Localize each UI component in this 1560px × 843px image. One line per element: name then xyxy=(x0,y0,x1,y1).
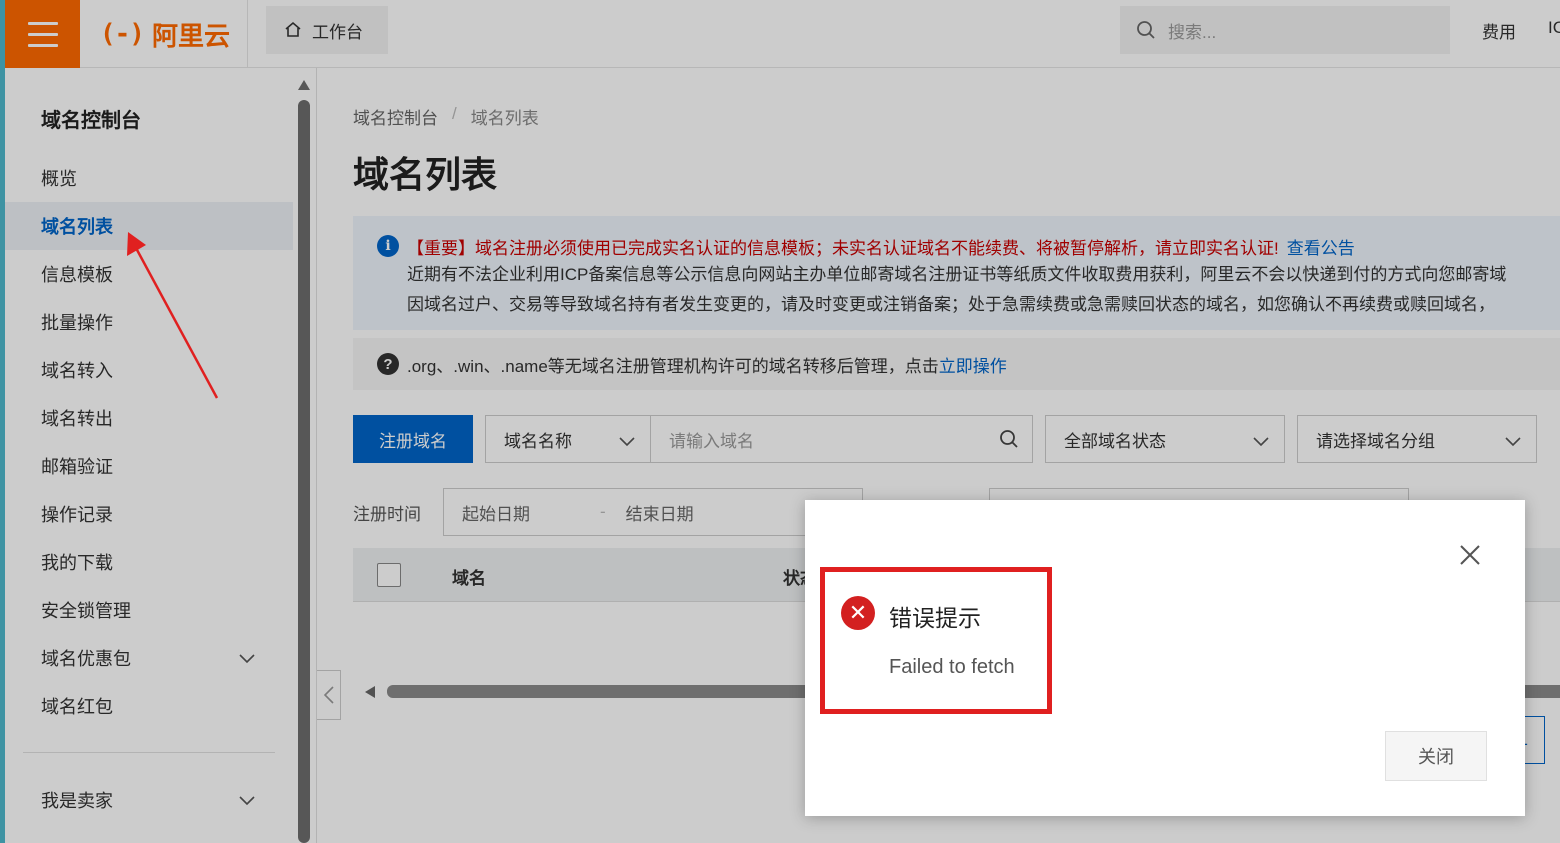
error-message: Failed to fetch xyxy=(889,656,1015,678)
error-dialog: ✕ 错误提示 Failed to fetch 关闭 xyxy=(805,500,1525,816)
close-icon[interactable] xyxy=(1455,540,1485,570)
error-title: 错误提示 xyxy=(889,605,981,631)
close-button[interactable]: 关闭 xyxy=(1385,731,1487,781)
app-root: (-) 阿里云 工作台 搜索... 费用 IC 域名控制台 概览 域名列表 信息… xyxy=(0,0,1560,843)
error-highlight-box xyxy=(820,567,1052,714)
error-icon: ✕ xyxy=(841,596,875,630)
